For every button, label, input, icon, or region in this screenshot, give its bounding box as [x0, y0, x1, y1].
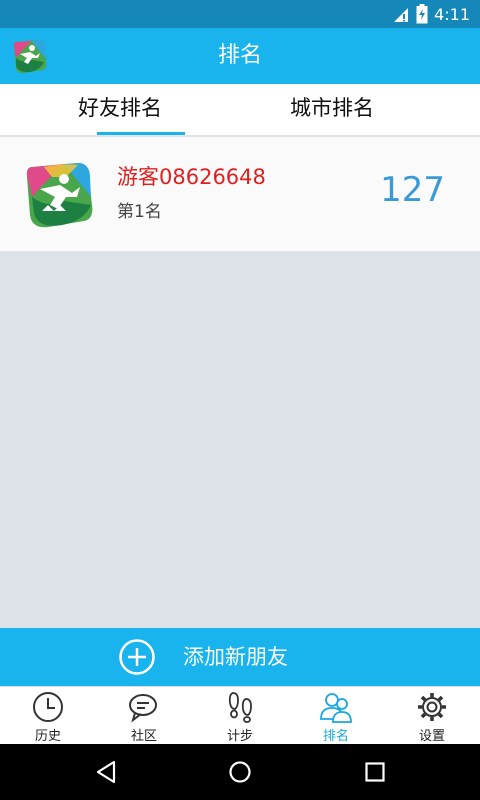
friend-name: 游客08626648 — [117, 165, 266, 189]
bottom-nav: 历史 社区 计步 排名 设置 — [0, 686, 480, 744]
status-time: 4:11 — [434, 4, 470, 24]
ranking-list-item[interactable]: 游客08626648 第1名 127 — [0, 137, 480, 252]
home-icon[interactable] — [228, 760, 252, 784]
friend-rank: 第1名 — [117, 202, 162, 222]
back-icon[interactable] — [95, 760, 117, 784]
tab-indicator — [97, 132, 185, 135]
nav-label-community: 社区 — [130, 729, 157, 744]
recents-icon[interactable] — [364, 760, 386, 784]
people-icon — [320, 693, 352, 723]
friend-score: 127 — [380, 170, 445, 210]
status-bar: 4:11 — [0, 0, 480, 28]
nav-item-history[interactable]: 历史 — [0, 687, 96, 745]
system-nav-bar — [0, 744, 480, 800]
signal-icon — [394, 8, 409, 22]
ranking-tabs: 好友排名 城市排名 — [0, 84, 480, 136]
tab-friend-ranking[interactable]: 好友排名 — [20, 84, 220, 136]
nav-label-ranking: 排名 — [322, 729, 349, 744]
nav-label-steps: 计步 — [226, 729, 253, 744]
nav-item-community[interactable]: 社区 — [96, 687, 192, 745]
nav-item-ranking[interactable]: 排名 — [288, 687, 384, 745]
add-friend-label: 添加新朋友 — [183, 645, 288, 669]
footprints-icon — [228, 692, 252, 723]
nav-item-settings[interactable]: 设置 — [384, 687, 480, 745]
nav-item-steps[interactable]: 计步 — [192, 687, 288, 745]
app-bar: 排名 — [0, 28, 480, 84]
clock-icon — [33, 692, 63, 722]
chat-bubbles-icon — [129, 694, 157, 723]
gear-icon — [418, 693, 446, 721]
nav-label-history: 历史 — [34, 729, 61, 744]
page-title: 排名 — [217, 43, 262, 68]
tab-city-ranking[interactable]: 城市排名 — [232, 84, 432, 136]
add-circle-icon — [119, 639, 155, 675]
add-friend-button[interactable]: 添加新朋友 — [0, 628, 480, 686]
battery-icon — [416, 4, 428, 24]
nav-label-settings: 设置 — [418, 729, 445, 744]
avatar — [26, 163, 93, 228]
